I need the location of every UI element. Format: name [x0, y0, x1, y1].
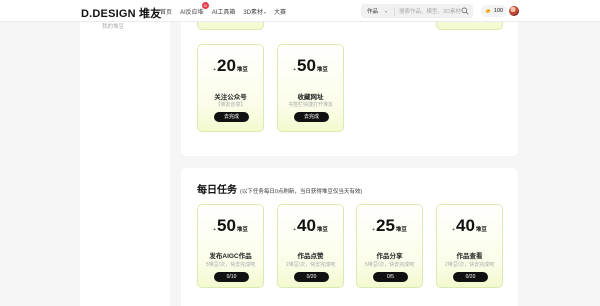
reward-amount: +40 堆豆 — [278, 217, 343, 234]
task-title: 发布AIGC作品 — [209, 253, 252, 260]
reward-amount: +40 堆豆 — [437, 217, 502, 234]
plus-sign: + — [293, 227, 296, 233]
reward-number: 40 — [455, 216, 475, 235]
task-card-follow-account: +20 堆豆 关注公众号 【堆友创意】 去完成 — [197, 44, 264, 132]
chevron-down-icon: ▾ — [385, 8, 388, 14]
nav-item-contest[interactable]: 大赛 — [274, 7, 286, 16]
task-title: 作品分享 — [376, 253, 403, 260]
sidebar-item-my-beans[interactable]: 我的堆豆 — [102, 22, 124, 30]
search-category-select[interactable]: 作品 ▾ — [361, 6, 395, 16]
plus-sign: + — [213, 227, 216, 233]
task-card-bookmark-site: +50 堆豆 收藏网址 书签栏快捷打开堆友 去完成 — [277, 44, 344, 132]
nav-item-label: 3D素材 — [243, 9, 264, 16]
bean-icon — [485, 8, 491, 14]
daily-note: (以下任务每日0点刷新，当日获得堆豆仅当天有效) — [240, 189, 363, 195]
reward-unit: 堆豆 — [316, 227, 328, 233]
search-bar: 作品 ▾ 搜索作品、模型、3D素材 — [361, 4, 473, 18]
task-card-share-work: +25 堆豆 作品分享 5堆豆/次，快去完成吧 0/5 — [356, 204, 423, 288]
plus-sign: + — [293, 67, 296, 73]
task-subtitle: 2堆豆/次，快去完成吧 — [444, 262, 495, 268]
reward-number: 25 — [375, 216, 395, 235]
nav-item-label: 首页 — [160, 9, 173, 16]
task-title: 作品点赞 — [297, 253, 324, 260]
progress-button[interactable]: 0/20 — [294, 272, 329, 282]
progress-button[interactable]: 0/20 — [453, 272, 488, 282]
chevron-down-icon: ▾ — [264, 9, 267, 15]
main-nav: 首页 AI反应堆 N AI工具箱 3D素材▾ 大赛 — [160, 0, 294, 22]
nav-item-label: AI反应堆 — [180, 9, 204, 16]
search-category-label: 作品 — [367, 9, 379, 15]
task-subtitle: 书签栏快捷打开堆友 — [287, 102, 333, 108]
search-icon[interactable] — [461, 7, 469, 15]
task-title: 关注公众号 — [214, 94, 247, 101]
task-subtitle: 2堆豆/次，快去完成吧 — [285, 262, 336, 268]
task-card-like-work: +40 堆豆 作品点赞 2堆豆/次，快去完成吧 0/20 — [277, 204, 344, 288]
section-title: 每日任务 (以下任务每日0点刷新，当日获得堆豆仅当天有效) — [197, 181, 362, 196]
coin-count: 100 — [493, 8, 504, 14]
progress-button[interactable]: 0/5 — [373, 272, 408, 282]
nav-item-home[interactable]: 首页 — [160, 7, 172, 16]
reward-amount: +20 堆豆 — [198, 57, 263, 74]
nav-item-ai-toolbox[interactable]: AI工具箱 — [212, 7, 236, 16]
nav-item-ai-reactor[interactable]: AI反应堆 N — [180, 1, 209, 16]
new-badge: N — [201, 1, 209, 9]
reward-unit: 堆豆 — [316, 67, 328, 73]
plus-sign: + — [372, 227, 375, 233]
task-panel-onetime: +20 堆豆 关注公众号 【堆友创意】 去完成 +50 堆豆 收藏网址 书签栏快捷打… — [181, 0, 518, 156]
progress-button[interactable]: 0/10 — [214, 272, 249, 282]
reward-number: 20 — [216, 56, 236, 75]
reward-unit: 堆豆 — [236, 227, 248, 233]
reward-number: 40 — [296, 216, 316, 235]
daily-title: 每日任务 — [197, 185, 237, 196]
task-subtitle: 5堆豆/次，快去完成吧 — [364, 262, 415, 268]
logo[interactable]: D.DESIGN 堆友 — [81, 5, 161, 21]
avatar[interactable] — [509, 6, 519, 16]
coin-balance[interactable]: 100 — [481, 5, 507, 17]
reward-number: 50 — [296, 56, 316, 75]
reward-number: 50 — [216, 216, 236, 235]
task-subtitle: 【堆友创意】 — [215, 102, 246, 108]
nav-item-3d-assets[interactable]: 3D素材▾ — [243, 7, 266, 16]
plus-sign: + — [213, 67, 216, 73]
task-card-publish-aigc: +50 堆豆 发布AIGC作品 5堆豆/次，快去完成吧 0/10 — [197, 204, 264, 288]
top-bar: D.DESIGN 堆友 首页 AI反应堆 N AI工具箱 3D素材▾ 大赛 作品 ▾… — [0, 0, 600, 22]
reward-amount: +50 堆豆 — [198, 217, 263, 234]
reward-amount: +50 堆豆 — [278, 57, 343, 74]
search-input[interactable]: 搜索作品、模型、3D素材 — [395, 7, 461, 15]
task-title: 收藏网址 — [297, 94, 324, 101]
nav-item-label: AI工具箱 — [211, 9, 236, 16]
plus-sign: + — [452, 227, 455, 233]
reward-unit: 堆豆 — [395, 227, 407, 233]
reward-unit: 堆豆 — [475, 227, 487, 233]
task-subtitle: 5堆豆/次，快去完成吧 — [205, 262, 256, 268]
reward-unit: 堆豆 — [236, 67, 248, 73]
complete-button[interactable]: 去完成 — [214, 112, 249, 122]
sidebar: 我的堆豆 — [80, 22, 170, 306]
task-panel-daily: 每日任务 (以下任务每日0点刷新，当日获得堆豆仅当天有效) +50 堆豆 发布AIG… — [181, 168, 518, 306]
complete-button[interactable]: 去完成 — [294, 112, 329, 122]
task-card-view-work: +40 堆豆 作品查看 2堆豆/次，快去完成吧 0/20 — [436, 204, 503, 288]
reward-amount: +25 堆豆 — [357, 217, 422, 234]
task-title: 作品查看 — [456, 253, 483, 260]
nav-item-label: 大赛 — [274, 9, 287, 16]
